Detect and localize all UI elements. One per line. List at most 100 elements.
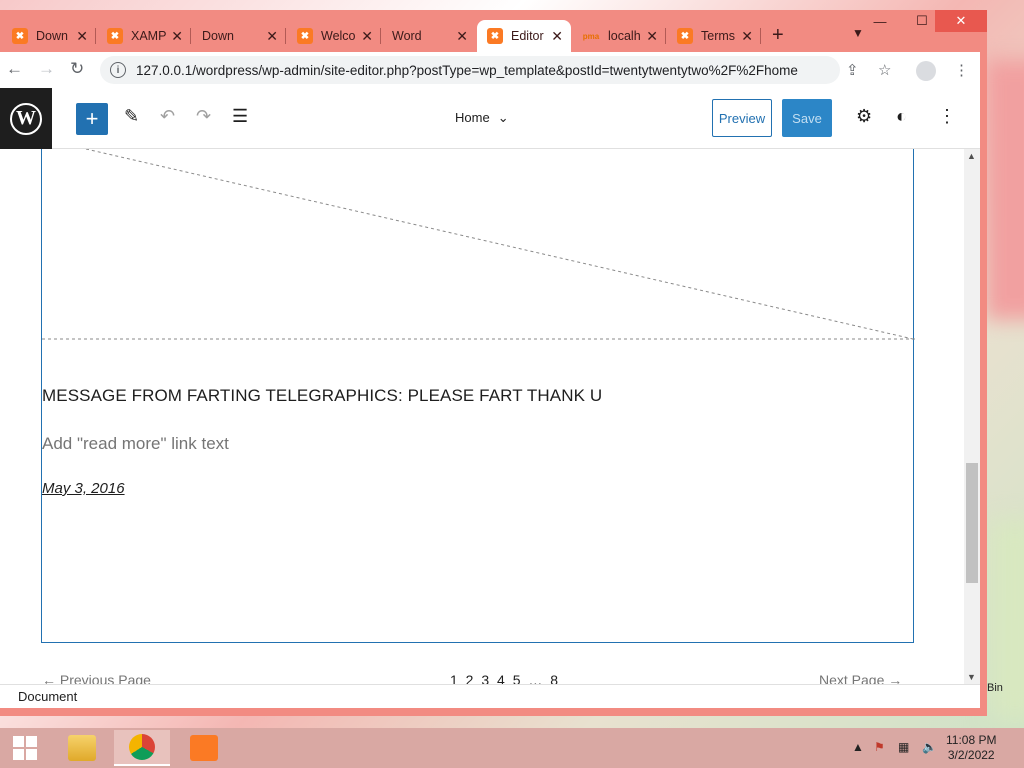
add-block-button[interactable]: + (76, 103, 108, 135)
close-tab-icon[interactable]: ✕ (266, 28, 278, 45)
close-tab-icon[interactable]: ✕ (76, 28, 88, 45)
close-tab-icon[interactable]: ✕ (551, 28, 563, 45)
page-numbers[interactable]: 1 2 3 4 5 … 8 (450, 672, 560, 684)
tab-label: Word (392, 29, 422, 43)
chevron-down-icon: ⌄ (497, 110, 509, 125)
address-bar[interactable]: i 127.0.0.1/wordpress/wp-admin/site-edit… (100, 56, 840, 84)
undo-icon[interactable]: ↶ (160, 106, 175, 127)
minimize-icon[interactable]: — (860, 10, 900, 32)
network-icon[interactable]: ▦ (898, 740, 909, 754)
tab-down-2[interactable]: W Down ✕ (192, 20, 286, 114)
tab-separator (760, 28, 761, 44)
tab-label: Terms (701, 29, 736, 43)
template-title-dropdown[interactable]: Home ⌄ (455, 110, 509, 126)
wallpaper-shape (985, 60, 1024, 320)
read-more-placeholder[interactable]: Add "read more" link text (42, 434, 229, 454)
browser-window: ✖ Down ✕ ✖ XAMP ✕ W Down ✕ ✖ Welco ✕ W W… (0, 10, 987, 716)
wp-site-editor: W + ✎ ↶ ↷ ☰ Home ⌄ Preview Save ⚙ ◐ ⋮ ME… (0, 88, 980, 708)
reload-icon[interactable]: ↻ (70, 59, 84, 79)
placeholder-diagonal (85, 149, 914, 340)
wordpress-logo-icon: W (10, 102, 42, 135)
tab-label: Down (202, 29, 234, 43)
scroll-down-icon[interactable]: ▼ (967, 672, 976, 682)
tab-editor[interactable]: ✖ Editor ✕ (477, 20, 571, 52)
pagination: ← Previous Page 1 2 3 4 5 … 8 Next Page … (0, 672, 964, 684)
bookmark-star-icon[interactable]: ☆ (878, 61, 891, 79)
windows-logo-icon (13, 736, 37, 760)
tab-separator (665, 28, 666, 44)
post-title[interactable]: MESSAGE FROM FARTING TELEGRAPHICS: PLEAS… (42, 386, 602, 406)
pencil-tools-icon[interactable]: ✎ (124, 106, 139, 127)
list-view-icon[interactable]: ☰ (232, 106, 248, 127)
close-tab-icon[interactable]: ✕ (741, 28, 753, 45)
tab-wordpress[interactable]: W Word ✕ (382, 20, 476, 114)
wordpress-logo-button[interactable]: W (0, 88, 52, 149)
forward-icon[interactable]: → (38, 59, 55, 79)
profile-avatar[interactable] (916, 61, 936, 81)
next-page-link[interactable]: Next Page → (819, 672, 902, 684)
tab-down-1[interactable]: ✖ Down ✕ (2, 20, 96, 52)
xampp-icon: ✖ (677, 28, 693, 44)
action-center-flag-icon[interactable]: ⚑ (874, 740, 885, 754)
taskbar-chrome[interactable] (114, 730, 170, 766)
save-button[interactable]: Save (782, 99, 832, 137)
xampp-icon (190, 735, 218, 761)
editor-scrollbar[interactable]: ▲ ▼ (964, 149, 980, 684)
show-hidden-icons-icon[interactable]: ▲ (852, 740, 864, 754)
clock-date: 3/2/2022 (947, 748, 995, 762)
url-text[interactable]: 127.0.0.1/wordpress/wp-admin/site-editor… (136, 63, 826, 78)
tab-separator (380, 28, 381, 44)
post-date[interactable]: May 3, 2016 (42, 480, 125, 497)
volume-muted-icon[interactable]: 🔈 (922, 740, 937, 754)
tab-separator (285, 28, 286, 44)
close-tab-icon[interactable]: ✕ (171, 28, 183, 45)
featured-image-placeholder (42, 149, 915, 340)
previous-page-link[interactable]: ← Previous Page (42, 672, 151, 684)
tab-localhost[interactable]: pma localh ✕ (572, 20, 666, 52)
tab-welcome[interactable]: ✖ Welco ✕ (287, 20, 381, 52)
block-breadcrumb: Document (0, 684, 980, 708)
editor-canvas: MESSAGE FROM FARTING TELEGRAPHICS: PLEAS… (0, 149, 964, 684)
scroll-up-icon[interactable]: ▲ (967, 151, 976, 161)
tab-strip: ✖ Down ✕ ✖ XAMP ✕ W Down ✕ ✖ Welco ✕ W W… (0, 10, 987, 114)
xampp-icon: ✖ (107, 28, 123, 44)
close-tab-icon[interactable]: ✕ (361, 28, 373, 45)
redo-icon[interactable]: ↷ (196, 106, 211, 127)
chrome-icon (129, 734, 155, 760)
site-info-icon[interactable]: i (110, 62, 126, 78)
settings-gear-icon[interactable]: ⚙ (856, 106, 872, 127)
breadcrumb-document[interactable]: Document (18, 689, 77, 704)
taskbar-file-explorer[interactable] (54, 730, 110, 766)
browser-menu-icon[interactable]: ⋮ (954, 61, 969, 79)
start-button[interactable] (0, 728, 50, 768)
taskbar-xampp[interactable] (176, 730, 232, 766)
styles-contrast-icon[interactable]: ◐ (896, 106, 907, 127)
xampp-icon: ✖ (487, 28, 503, 44)
folder-icon (68, 735, 96, 761)
tab-separator (95, 28, 96, 44)
close-window-icon[interactable]: ✕ (935, 10, 987, 32)
xampp-icon: ✖ (12, 28, 28, 44)
phpmyadmin-icon: pma (582, 31, 600, 41)
query-loop-block[interactable]: MESSAGE FROM FARTING TELEGRAPHICS: PLEAS… (41, 149, 915, 643)
template-title: Home (455, 110, 490, 125)
tab-label: Welco (321, 29, 356, 43)
back-icon[interactable]: ← (6, 59, 23, 79)
new-tab-icon[interactable]: + (772, 24, 784, 47)
tab-label: Down (36, 29, 68, 43)
preview-button[interactable]: Preview (712, 99, 772, 137)
close-tab-icon[interactable]: ✕ (456, 28, 468, 45)
tab-terms[interactable]: ✖ Terms ✕ (667, 20, 761, 52)
tab-label: Editor (511, 29, 544, 43)
system-clock[interactable]: 11:08 PM 3/2/2022 (946, 733, 996, 763)
editor-header: W + ✎ ↶ ↷ ☰ Home ⌄ Preview Save ⚙ ◐ ⋮ (0, 88, 980, 149)
recycle-bin-label[interactable]: Bin (987, 682, 1003, 694)
tab-xampp[interactable]: ✖ XAMP ✕ (97, 20, 191, 52)
share-icon[interactable]: ⇪ (846, 61, 859, 79)
windows-taskbar: ▲ ⚑ ▦ 🔈 11:08 PM 3/2/2022 (0, 728, 1024, 768)
close-tab-icon[interactable]: ✕ (646, 28, 658, 45)
browser-toolbar: ← → ↻ i 127.0.0.1/wordpress/wp-admin/sit… (0, 52, 980, 88)
scrollbar-thumb[interactable] (966, 463, 978, 583)
options-menu-icon[interactable]: ⋮ (938, 106, 956, 127)
xampp-icon: ✖ (297, 28, 313, 44)
